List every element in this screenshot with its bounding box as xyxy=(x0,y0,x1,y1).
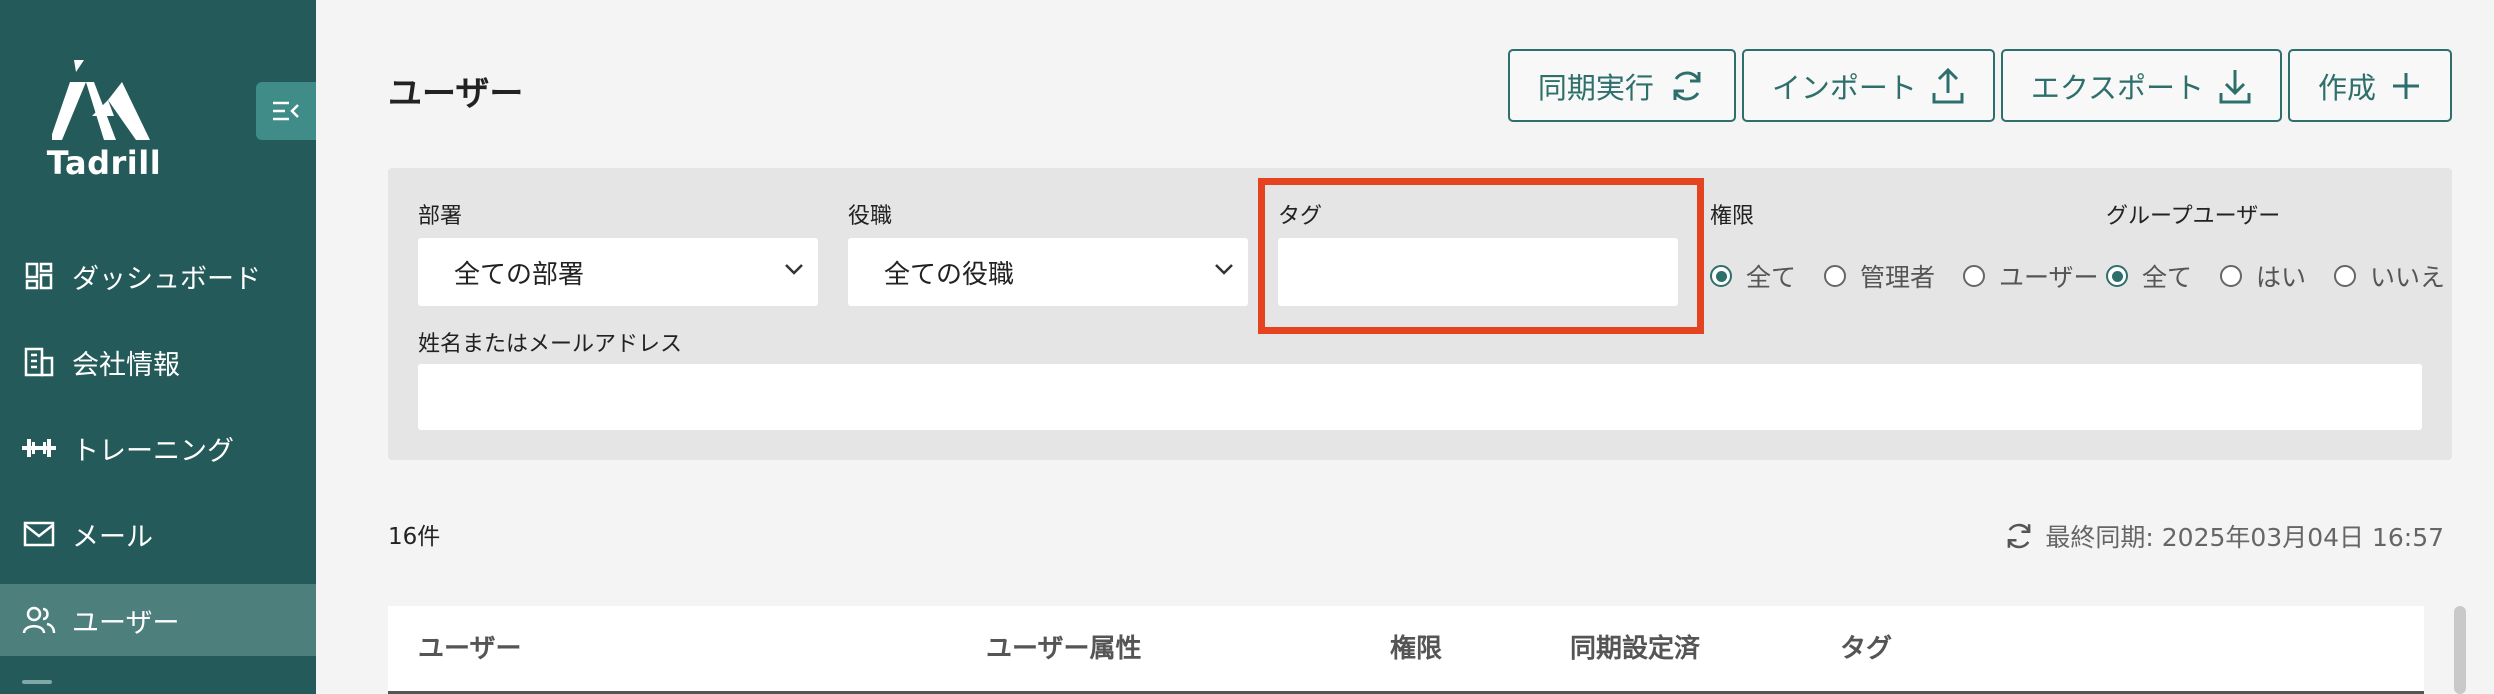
logo[interactable]: Tadrill xyxy=(44,56,164,182)
upload-icon xyxy=(1932,67,1964,103)
name-email-input[interactable] xyxy=(418,364,2422,430)
sidebar-item-users[interactable]: ユーザー xyxy=(0,584,316,656)
column-header-sync-configured[interactable]: 同期設定済 xyxy=(1570,628,1700,665)
table-scrollbar[interactable] xyxy=(2454,606,2466,694)
plus-icon xyxy=(2393,72,2419,99)
sidebar-item-label: 会社情報 xyxy=(72,349,180,381)
permission-label: 権限 xyxy=(1710,204,1755,229)
download-icon xyxy=(2219,69,2251,103)
group-user-label: グループユーザー xyxy=(2106,204,2281,229)
tadrill-logo-icon xyxy=(52,60,150,140)
dumbbell-icon xyxy=(22,431,56,465)
sidebar-nav: ダッシュボード 会社情報 トレーニング メール ユーザー xyxy=(0,240,316,670)
sidebar-item-label: ユーザー xyxy=(72,607,180,639)
sidebar-item-company[interactable]: 会社情報 xyxy=(0,326,316,398)
toolbar: 同期実行 インポート エクスポート 作成 xyxy=(1507,49,2452,122)
column-header-user-attributes[interactable]: ユーザー属性 xyxy=(986,628,1141,665)
sidebar-item-label: トレーニング xyxy=(72,435,234,467)
radio-button[interactable] xyxy=(1824,265,1847,287)
users-icon xyxy=(22,603,56,637)
mail-icon xyxy=(22,517,56,551)
radio-button[interactable] xyxy=(2334,265,2357,287)
sidebar: Tadrill ダッシュボード 会社情報 トレーニング メール ユーザー xyxy=(0,0,316,694)
page-title: ユーザー xyxy=(388,74,524,114)
position-label: 役職 xyxy=(848,204,893,229)
result-count: 16件 xyxy=(388,524,441,550)
sync-button[interactable]: 同期実行 xyxy=(1507,49,1736,122)
group-user-option-all[interactable]: 全て xyxy=(2106,258,2192,294)
column-header-user[interactable]: ユーザー xyxy=(418,628,521,665)
chevron-down-icon xyxy=(785,264,803,275)
import-button[interactable]: インポート xyxy=(1741,49,1995,122)
brand-name: Tadrill xyxy=(46,144,162,182)
group-user-option-yes[interactable]: はい xyxy=(2220,258,2306,294)
radio-button[interactable] xyxy=(1710,265,1732,287)
permission-radio-group: 全て 管理者 ユーザー xyxy=(1710,258,2127,294)
export-button-label: エクスポート xyxy=(2030,70,2204,105)
sidebar-item-mail[interactable]: メール xyxy=(0,498,316,570)
create-button-label: 作成 xyxy=(2317,70,2376,105)
sidebar-next-item-peek xyxy=(22,680,52,684)
permission-option-admin[interactable]: 管理者 xyxy=(1824,258,1935,294)
column-header-tags[interactable]: タグ xyxy=(1840,628,1892,665)
tag-filter-highlight xyxy=(1258,178,1704,334)
position-select[interactable]: 全ての役職 xyxy=(848,238,1248,306)
collapse-menu-icon xyxy=(273,101,299,121)
radio-label: いいえ xyxy=(2370,263,2446,292)
sync-icon xyxy=(1673,71,1701,100)
last-sync-status: 最終同期: 2025年03月04日 16:57 xyxy=(2003,518,2444,554)
radio-button[interactable] xyxy=(2220,265,2243,287)
permission-option-all[interactable]: 全て xyxy=(1710,258,1796,294)
sidebar-item-training[interactable]: トレーニング xyxy=(0,412,316,484)
radio-button[interactable] xyxy=(1963,265,1986,287)
export-button[interactable]: エクスポート xyxy=(2000,49,2282,122)
sidebar-item-dashboard[interactable]: ダッシュボード xyxy=(0,240,316,312)
department-select[interactable]: 全ての部署 xyxy=(418,238,818,306)
radio-label: 全て xyxy=(1746,263,1797,292)
sync-icon xyxy=(2008,523,2031,549)
group-user-radio-group: 全て はい いいえ xyxy=(2106,258,2445,294)
dashboard-icon xyxy=(22,259,56,293)
create-button[interactable]: 作成 xyxy=(2287,49,2452,122)
radio-label: はい xyxy=(2256,263,2307,292)
sidebar-item-label: ダッシュボード xyxy=(72,263,261,295)
users-table: ユーザー ユーザー属性 権限 同期設定済 タグ xyxy=(388,606,2424,694)
column-header-permission[interactable]: 権限 xyxy=(1390,628,1442,665)
import-button-label: インポート xyxy=(1771,70,1917,105)
radio-label: 管理者 xyxy=(1860,263,1936,292)
department-label: 部署 xyxy=(418,204,463,229)
sync-button-label: 同期実行 xyxy=(1537,70,1654,105)
department-select-value: 全ての部署 xyxy=(454,259,585,290)
position-select-value: 全ての役職 xyxy=(884,259,1015,290)
name-email-label: 姓名またはメールアドレス xyxy=(418,332,683,357)
building-icon xyxy=(22,345,56,379)
radio-button[interactable] xyxy=(2106,265,2128,287)
collapse-sidebar-button[interactable] xyxy=(256,82,316,140)
last-sync-text: 最終同期: 2025年03月04日 16:57 xyxy=(2045,523,2444,552)
radio-label: 全て xyxy=(2142,263,2193,292)
permission-option-user[interactable]: ユーザー xyxy=(1963,258,2099,294)
group-user-option-no[interactable]: いいえ xyxy=(2334,258,2445,294)
radio-label: ユーザー xyxy=(1999,263,2099,292)
sidebar-item-label: メール xyxy=(72,521,153,553)
chevron-down-icon xyxy=(1215,264,1233,275)
